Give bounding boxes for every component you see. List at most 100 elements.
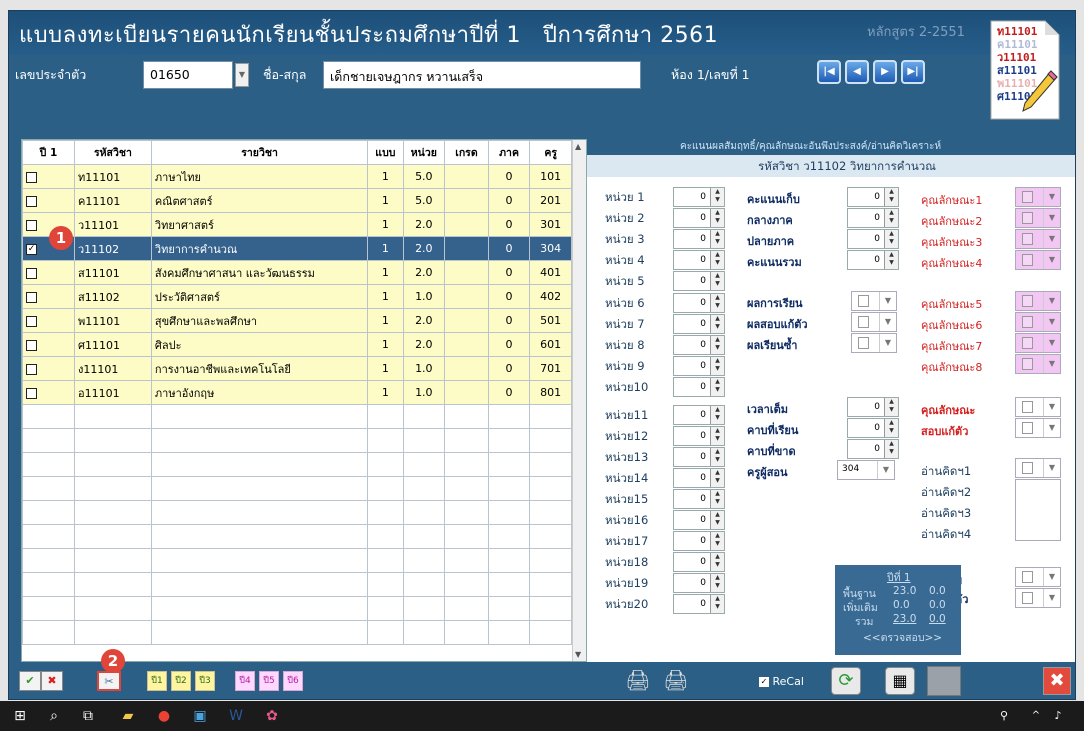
time-spinner[interactable]: 0 ▲ ▼ bbox=[847, 439, 899, 459]
spin-arrows-icon[interactable]: ▲ ▼ bbox=[884, 419, 898, 437]
row-checkbox-cell[interactable] bbox=[22, 260, 75, 285]
time-spinner[interactable]: 0 ▲ ▼ bbox=[847, 418, 899, 438]
trait-total-combo[interactable]: ▼ bbox=[1015, 397, 1061, 417]
trait-combo[interactable]: ▼ bbox=[1015, 333, 1061, 353]
spin-arrows-icon[interactable]: ▲ ▼ bbox=[710, 448, 724, 466]
score-spinner[interactable]: 0 ▲ ▼ bbox=[847, 229, 899, 249]
printer-alt-icon[interactable]: 🖨 bbox=[659, 667, 693, 695]
spin-arrows-icon[interactable]: ▲ ▼ bbox=[884, 398, 898, 416]
unit-spinner[interactable]: 0 ▲ ▼ bbox=[673, 271, 725, 291]
year-button[interactable]: ปี2 bbox=[171, 671, 191, 691]
year-button[interactable]: ปี3 bbox=[195, 671, 215, 691]
spin-arrows-icon[interactable]: ▲ ▼ bbox=[710, 427, 724, 445]
spin-arrows-icon[interactable]: ▲ ▼ bbox=[710, 188, 724, 206]
year-button[interactable]: ปี1 bbox=[147, 671, 167, 691]
trait-retest-combo[interactable]: ▼ bbox=[1015, 418, 1061, 438]
chevron-down-icon[interactable]: ▼ bbox=[1043, 398, 1060, 416]
spin-arrows-icon[interactable]: ▲ ▼ bbox=[710, 532, 724, 550]
close-icon[interactable]: ✖ bbox=[1043, 667, 1071, 695]
blank-button[interactable] bbox=[927, 666, 961, 696]
chevron-down-icon[interactable]: ▼ bbox=[1043, 292, 1060, 310]
unit-spinner[interactable]: 0 ▲ ▼ bbox=[673, 552, 725, 572]
table-row[interactable]: พ11101 สุขศึกษาและพลศึกษา 1 2.0 0 501 bbox=[22, 308, 572, 333]
spin-arrows-icon[interactable]: ▲ ▼ bbox=[884, 188, 898, 206]
table-row[interactable]: ส11101 สังคมศึกษาศาสนา และวัฒนธรรม 1 2.0 0 40… bbox=[22, 260, 572, 285]
prev-record-button[interactable]: ◀ bbox=[845, 60, 869, 84]
checkbox-checked[interactable]: ✓ bbox=[26, 243, 37, 255]
column-header[interactable]: ครู bbox=[529, 140, 572, 165]
chevron-down-icon[interactable]: ▼ bbox=[879, 292, 896, 310]
spin-arrows-icon[interactable]: ▲ ▼ bbox=[710, 490, 724, 508]
checkbox[interactable] bbox=[26, 219, 37, 231]
year-button[interactable]: ปี6 bbox=[283, 671, 303, 691]
checkbox[interactable] bbox=[26, 267, 37, 279]
year-button[interactable]: ปี5 bbox=[259, 671, 279, 691]
student-id-field[interactable]: 01650 bbox=[143, 61, 233, 89]
result-combo[interactable]: ▼ bbox=[851, 312, 897, 332]
row-checkbox-cell[interactable] bbox=[22, 284, 75, 309]
spin-arrows-icon[interactable]: ▲ ▼ bbox=[710, 272, 724, 290]
score-spinner[interactable]: 0 ▲ ▼ bbox=[847, 208, 899, 228]
unit-spinner[interactable]: 0 ▲ ▼ bbox=[673, 208, 725, 228]
spin-arrows-icon[interactable]: ▲ ▼ bbox=[884, 440, 898, 458]
row-checkbox-cell[interactable] bbox=[22, 164, 75, 189]
spin-arrows-icon[interactable]: ▲ ▼ bbox=[710, 315, 724, 333]
spin-arrows-icon[interactable]: ▲ ▼ bbox=[710, 230, 724, 248]
spin-arrows-icon[interactable]: ▲ ▼ bbox=[710, 574, 724, 592]
reading-list-box[interactable] bbox=[1015, 479, 1061, 541]
trait-combo[interactable]: ▼ bbox=[1015, 187, 1061, 207]
row-checkbox-cell[interactable] bbox=[22, 380, 75, 405]
spin-arrows-icon[interactable]: ▲ ▼ bbox=[710, 511, 724, 529]
tray-up-icon[interactable]: ^ bbox=[1028, 708, 1044, 724]
student-id-dropdown[interactable]: ▼ bbox=[235, 63, 249, 87]
spin-arrows-icon[interactable]: ▲ ▼ bbox=[710, 357, 724, 375]
spin-arrows-icon[interactable]: ▲ ▼ bbox=[710, 406, 724, 424]
spin-arrows-icon[interactable]: ▲ ▼ bbox=[710, 469, 724, 487]
score-spinner[interactable]: 0 ▲ ▼ bbox=[847, 250, 899, 270]
trait-combo[interactable]: ▼ bbox=[1015, 354, 1061, 374]
column-header[interactable]: ภาค bbox=[487, 140, 531, 165]
column-header[interactable]: รายวิชา bbox=[150, 140, 369, 165]
chevron-down-icon[interactable]: ▼ bbox=[879, 334, 896, 352]
unit-spinner[interactable]: 0 ▲ ▼ bbox=[673, 531, 725, 551]
chevron-down-icon[interactable]: ▼ bbox=[1043, 251, 1060, 269]
unit-spinner[interactable]: 0 ▲ ▼ bbox=[673, 573, 725, 593]
spin-arrows-icon[interactable]: ▲ ▼ bbox=[710, 553, 724, 571]
unit-spinner[interactable]: 0 ▲ ▼ bbox=[673, 314, 725, 334]
row-checkbox-cell[interactable] bbox=[22, 308, 75, 333]
refresh-icon[interactable]: ⟳ bbox=[831, 667, 861, 695]
table-row[interactable]: อ11101 ภาษาอังกฤษ 1 1.0 0 801 bbox=[22, 380, 572, 405]
table-row[interactable]: ✓ ว11102 วิทยาการคำนวณ 1 2.0 0 304 bbox=[22, 236, 572, 261]
unit-spinner[interactable]: 0 ▲ ▼ bbox=[673, 426, 725, 446]
calculator-icon[interactable]: ▦ bbox=[885, 667, 915, 695]
confirm-icon[interactable]: ✔ bbox=[19, 671, 41, 691]
volume-icon[interactable]: ♪ bbox=[1050, 708, 1066, 724]
student-name-field[interactable]: เด็กชายเจษฎากร หวานเสร็จ bbox=[323, 61, 641, 89]
trait-combo[interactable]: ▼ bbox=[1015, 250, 1061, 270]
trait-combo[interactable]: ▼ bbox=[1015, 312, 1061, 332]
start-icon[interactable]: ⊞ bbox=[12, 708, 28, 724]
column-header[interactable]: ปี 1 bbox=[22, 140, 75, 165]
chevron-down-icon[interactable]: ▼ bbox=[1043, 355, 1060, 373]
chevron-down-icon[interactable]: ▼ bbox=[1043, 188, 1060, 206]
chevron-down-icon[interactable]: ▼ bbox=[1043, 568, 1060, 586]
chevron-down-icon[interactable]: ▼ bbox=[879, 313, 896, 331]
checkbox[interactable] bbox=[26, 291, 37, 303]
scroll-up-icon[interactable]: ▲ bbox=[575, 142, 581, 151]
chevron-down-icon[interactable]: ▼ bbox=[1043, 419, 1060, 437]
trait-combo[interactable]: ▼ bbox=[1015, 208, 1061, 228]
unit-spinner[interactable]: 0 ▲ ▼ bbox=[673, 250, 725, 270]
last-record-button[interactable]: ▶| bbox=[901, 60, 925, 84]
table-row[interactable]: ค11101 คณิตศาสตร์ 1 5.0 0 201 bbox=[22, 188, 572, 213]
chevron-down-icon[interactable]: ▼ bbox=[1043, 334, 1060, 352]
result-combo[interactable]: ▼ bbox=[851, 333, 897, 353]
unit-spinner[interactable]: 0 ▲ ▼ bbox=[673, 405, 725, 425]
chrome-icon[interactable]: ● bbox=[156, 708, 172, 724]
checkbox[interactable] bbox=[26, 339, 37, 351]
spin-arrows-icon[interactable]: ▲ ▼ bbox=[710, 294, 724, 312]
reading-retest-combo[interactable]: ▼ bbox=[1015, 588, 1061, 608]
spin-arrows-icon[interactable]: ▲ ▼ bbox=[710, 378, 724, 396]
unit-spinner[interactable]: 0 ▲ ▼ bbox=[673, 356, 725, 376]
next-record-button[interactable]: ▶ bbox=[873, 60, 897, 84]
chevron-down-icon[interactable]: ▼ bbox=[1043, 209, 1060, 227]
